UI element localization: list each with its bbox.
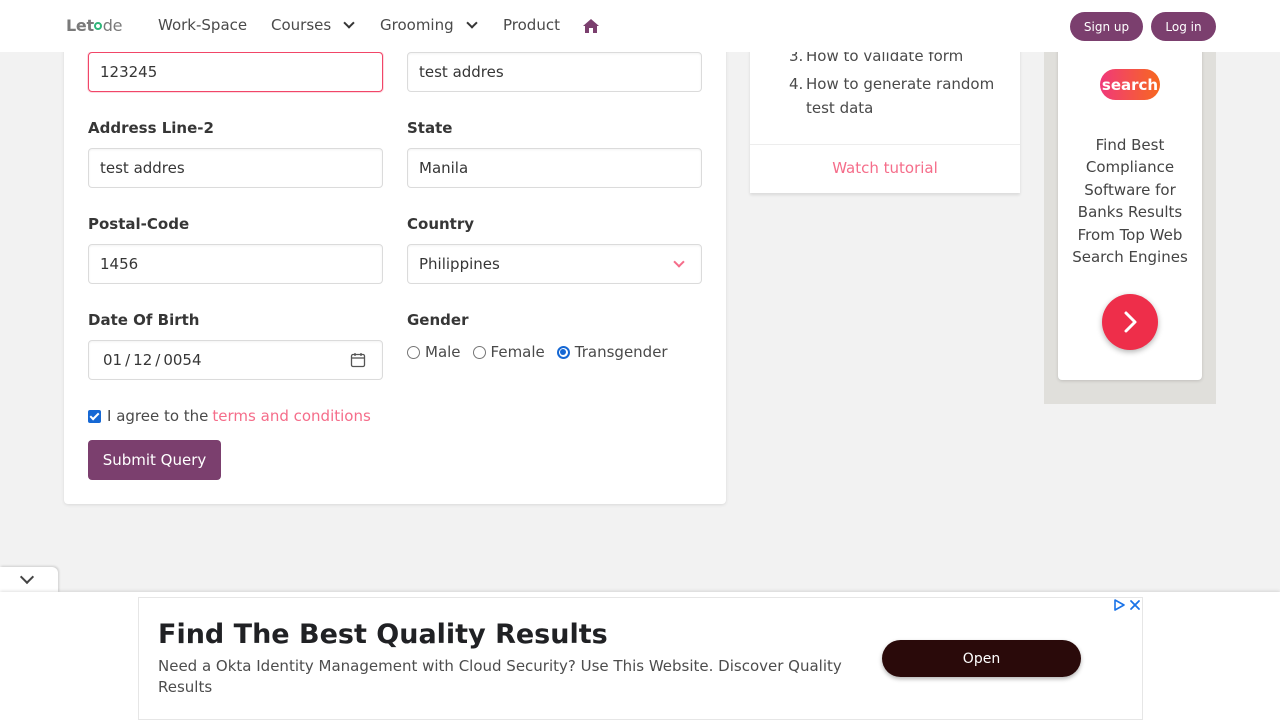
nav-courses-label: Courses: [271, 16, 332, 34]
gender-radio-group: Male Female Transgender: [407, 343, 680, 361]
radio-female[interactable]: [472, 345, 486, 359]
signup-label: Sign up: [1083, 19, 1130, 34]
address-line2-input[interactable]: test addres: [88, 148, 383, 188]
dob-separator: /: [125, 351, 131, 369]
chevron-down-icon: [673, 256, 685, 268]
chevron-down-icon: [19, 569, 35, 585]
postal-code-input[interactable]: 1456: [88, 244, 383, 284]
terms-prefix: I agree to the: [107, 407, 209, 425]
submit-label: Submit Query: [102, 451, 207, 469]
nav-work-space-label: Work-Space: [158, 16, 248, 34]
dob-month[interactable]: 01: [103, 351, 122, 369]
home-icon[interactable]: [582, 18, 600, 34]
state-value: Manila: [419, 159, 469, 177]
nav-courses-dropdown[interactable]: Courses: [271, 16, 355, 34]
terms-checkbox[interactable]: [88, 409, 101, 423]
radio-male[interactable]: [407, 345, 420, 359]
gender-transgender-label: Transgender: [574, 343, 668, 361]
watch-tutorial-link[interactable]: Watch tutorial: [750, 159, 1020, 177]
adchoices-icon[interactable]: [1113, 599, 1125, 611]
tutorial-list-item: 4. How to generate random test data: [789, 72, 999, 120]
ad-collapse-tab[interactable]: [0, 567, 58, 593]
chevron-right-icon: [1124, 311, 1137, 333]
country-label: Country: [407, 215, 475, 233]
submit-button[interactable]: Submit Query: [88, 440, 221, 480]
login-button[interactable]: Log in: [1151, 12, 1216, 41]
terms-row: I agree to the terms and conditions: [88, 407, 371, 425]
ad-open-label: Open: [962, 650, 1001, 667]
first-field-value: 123245: [100, 63, 158, 81]
postal-code-label: Postal-Code: [88, 215, 190, 233]
gender-female-option[interactable]: Female: [472, 343, 545, 361]
nav-work-space[interactable]: Work-Space: [158, 16, 247, 34]
nav-product[interactable]: Product: [503, 16, 560, 34]
login-label: Log in: [1165, 19, 1202, 34]
signup-button[interactable]: Sign up: [1070, 12, 1143, 41]
search-logo-text: search: [1101, 75, 1159, 94]
side-ad-next-button[interactable]: [1102, 294, 1158, 350]
gender-transgender-option[interactable]: Transgender: [556, 343, 668, 361]
navbar: Let de Work-Space Courses Grooming Produc…: [0, 0, 1280, 52]
address-line2-label: Address Line-2: [88, 119, 214, 137]
bottom-ad-title[interactable]: Find The Best Quality Results: [158, 619, 608, 650]
dob-input[interactable]: 01 / 12 / 0054: [88, 340, 383, 380]
dob-year[interactable]: 0054: [163, 351, 201, 369]
state-input[interactable]: Manila: [407, 148, 702, 188]
bottom-ad-description[interactable]: Need a Okta Identity Management with Clo…: [158, 656, 858, 698]
chevron-down-icon: [465, 17, 478, 29]
address-line1-value: test addres: [419, 63, 504, 81]
postal-code-value: 1456: [100, 255, 139, 273]
country-select[interactable]: Philippines: [407, 244, 702, 284]
gender-male-option[interactable]: Male: [407, 343, 461, 361]
search-brand-logo[interactable]: search: [1100, 69, 1160, 100]
tutorial-item-number: 4.: [789, 75, 804, 93]
radio-transgender[interactable]: [556, 345, 570, 359]
letcode-logo[interactable]: Let de: [66, 16, 123, 35]
gender-male-label: Male: [425, 343, 461, 361]
tutorial-divider: [750, 144, 1020, 145]
gender-female-label: Female: [490, 343, 545, 361]
tutorial-item-text: How to generate random test data: [806, 75, 995, 117]
gender-label: Gender: [407, 311, 469, 329]
address-line2-value: test addres: [100, 159, 185, 177]
chevron-down-icon: [343, 17, 355, 29]
country-value: Philippines: [419, 255, 500, 273]
calendar-icon[interactable]: [350, 352, 366, 368]
nav-product-label: Product: [503, 16, 560, 34]
logo-circle-icon: [94, 21, 103, 30]
address-line1-input[interactable]: test addres: [407, 52, 702, 92]
state-label: State: [407, 119, 453, 137]
ad-open-button[interactable]: Open: [882, 640, 1081, 677]
logo-text-de: de: [102, 16, 123, 35]
close-icon[interactable]: [1129, 599, 1141, 611]
terms-link[interactable]: terms and conditions: [212, 407, 370, 425]
side-ad-text[interactable]: Find Best Compliance Software for Banks …: [1062, 134, 1198, 268]
dob-label: Date Of Birth: [88, 311, 200, 329]
logo-text-let: Let: [66, 16, 94, 35]
dob-day[interactable]: 12: [133, 351, 152, 369]
nav-grooming-dropdown[interactable]: Grooming: [380, 16, 478, 34]
nav-grooming-label: Grooming: [380, 16, 454, 34]
dob-separator: /: [155, 351, 161, 369]
first-field-input[interactable]: 123245: [88, 52, 383, 92]
